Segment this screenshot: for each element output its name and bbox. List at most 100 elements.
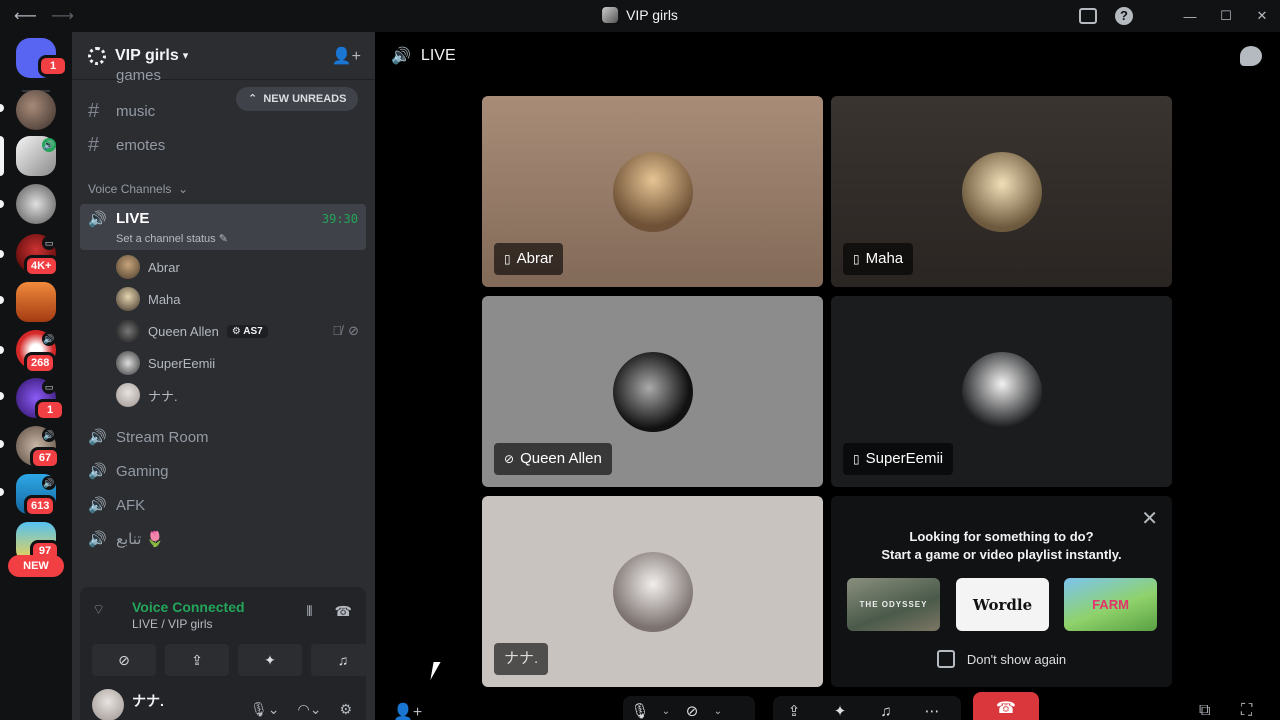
- user-controls: 🎙⌄ ◠⌄ ⚙: [250, 701, 352, 718]
- chevron-down-icon[interactable]: ⌄: [709, 706, 727, 717]
- voice-member[interactable]: Abrar: [116, 253, 180, 281]
- participant-tile-abrar[interactable]: ▯ Abrar: [482, 96, 823, 287]
- more-icon[interactable]: ⋯: [915, 702, 949, 720]
- voice-member[interactable]: SuperEemii: [116, 349, 215, 377]
- invite-to-call-icon[interactable]: 👤+: [393, 702, 422, 720]
- avatar: [612, 551, 693, 632]
- close-icon[interactable]: ✕: [1141, 506, 1158, 531]
- forward-arrow-icon[interactable]: ⟶: [51, 6, 74, 26]
- call-timer: 39:30: [321, 212, 358, 226]
- home-badge: 1: [38, 55, 68, 77]
- voice-actions: ⦀ ☎: [306, 603, 352, 620]
- voice-location[interactable]: LIVE / VIP girls: [132, 617, 212, 631]
- participant-tile-nana[interactable]: ナナ.: [482, 496, 823, 687]
- avatar: [116, 383, 140, 407]
- activity-wordle[interactable]: Wordle: [956, 578, 1049, 631]
- chat-icon[interactable]: [1240, 46, 1262, 66]
- invite-people-icon[interactable]: 👤+: [332, 46, 361, 66]
- activities-icon[interactable]: ✦: [823, 702, 857, 720]
- speaker-icon: 🔊: [42, 332, 56, 346]
- game-label: THE ODYSSEY: [859, 600, 928, 609]
- gear-icon[interactable]: ⚙: [339, 701, 352, 718]
- voice-category[interactable]: Voice Channels ⌄: [88, 182, 188, 196]
- name-label: ⊘ Queen Allen: [494, 443, 612, 475]
- participant-name: ナナ.: [504, 650, 539, 667]
- channel-label: Gaming: [116, 462, 169, 480]
- channel-sidebar: VIP girls ▾ 👤+ # games # music ⌃ NEW UNR…: [72, 32, 375, 720]
- close-window-button[interactable]: ✕: [1244, 8, 1280, 24]
- back-arrow-icon[interactable]: ⟵: [14, 6, 37, 26]
- chevron-down-icon: ▾: [182, 50, 189, 62]
- server-name: VIP girls: [115, 46, 179, 64]
- voice-channel-stream-room[interactable]: 🔊 Stream Room: [80, 421, 366, 453]
- minimize-button[interactable]: —: [1172, 9, 1208, 24]
- voice-member[interactable]: Queen Allen ⚙ AS7: [116, 317, 268, 345]
- noise-suppression-icon[interactable]: ⦀: [306, 603, 312, 620]
- microphone-icon[interactable]: 🎙⌄: [250, 701, 280, 718]
- voice-connected-label[interactable]: Voice Connected: [132, 599, 245, 615]
- dont-show-checkbox[interactable]: [936, 650, 955, 668]
- participant-tile-queen-allen[interactable]: ⊘ Queen Allen: [482, 296, 823, 487]
- new-unreads-pill[interactable]: NEW: [8, 555, 64, 577]
- voice-channel-gaming[interactable]: 🔊 Gaming: [80, 455, 366, 487]
- channel-label: AFK: [116, 496, 146, 514]
- disconnect-icon[interactable]: ☎: [335, 603, 352, 620]
- headphones-icon[interactable]: ◠⌄: [297, 701, 321, 718]
- speaker-icon: 🔊: [88, 497, 107, 514]
- server-badge: 4K+: [24, 255, 59, 277]
- maximize-button[interactable]: ☐: [1208, 8, 1244, 24]
- avatar[interactable]: [92, 689, 124, 720]
- server-icon-5[interactable]: [16, 282, 56, 322]
- unread-pill: [0, 488, 4, 496]
- unread-pill: [0, 200, 4, 208]
- speaker-icon: 🔊: [88, 211, 107, 228]
- soundboard-button[interactable]: ♫: [311, 644, 375, 676]
- unread-pill: [0, 440, 4, 448]
- channel-games[interactable]: # games: [80, 68, 366, 84]
- disconnect-button[interactable]: ☎: [973, 692, 1039, 720]
- name-label: ナナ.: [494, 643, 549, 675]
- activity-farm[interactable]: FARM: [1064, 578, 1157, 631]
- voice-member[interactable]: Maha: [116, 285, 181, 313]
- game-label: FARM: [1092, 597, 1129, 612]
- call-controls: 👤+ 🎙 ⌄ ⊘ ⌄ ⇪ ✦ ♫ ⋯ ☎ ⧉ ⛶: [375, 692, 1280, 720]
- username[interactable]: ナナ.: [132, 691, 164, 711]
- voice-channel-afk[interactable]: 🔊 AFK: [80, 489, 366, 521]
- activity-the-odyssey[interactable]: THE ODYSSEY: [847, 578, 940, 631]
- server-icon-3[interactable]: [16, 184, 56, 224]
- new-unreads-label: NEW UNREADS: [263, 93, 347, 105]
- inbox-icon[interactable]: [1079, 8, 1097, 24]
- unread-pill: [0, 346, 4, 354]
- category-label: Voice Channels: [88, 182, 172, 196]
- voice-channel-live[interactable]: 🔊 LIVE 39:30 Set a channel status ✎: [80, 204, 366, 250]
- pop-out-icon[interactable]: ⧉: [1199, 702, 1210, 720]
- participant-tile-maha[interactable]: ▯ Maha: [831, 96, 1172, 287]
- camera-button[interactable]: ⊘: [92, 644, 156, 676]
- chevron-down-icon[interactable]: ⌄: [657, 706, 675, 717]
- member-name: Queen Allen: [148, 323, 219, 339]
- voice-channel-arabic[interactable]: 🔊 تنابع 🌷: [80, 523, 366, 555]
- activity-subtitle: Start a game or video playlist instantly…: [881, 547, 1122, 562]
- channel-emotes[interactable]: # emotes: [80, 129, 366, 161]
- speaker-icon: 🔊: [88, 463, 107, 480]
- server-rail: 1 🔊 ▭ 4K+ 🔊 268 ▭ 1 🔊 67 🔊 613 97 NEW: [0, 32, 72, 720]
- screen-share-button[interactable]: ⇪: [165, 644, 229, 676]
- dont-show-label: Don't show again: [966, 651, 1067, 667]
- server-icon-1[interactable]: [16, 90, 56, 130]
- camera-off-icon[interactable]: ⊘: [675, 702, 709, 720]
- channel-label: emotes: [116, 136, 166, 154]
- hash-icon: #: [88, 99, 100, 122]
- speaker-icon: 🔊: [391, 48, 411, 65]
- fullscreen-icon[interactable]: ⛶: [1241, 702, 1252, 720]
- participant-tile-supereemii[interactable]: ▯ SuperEemii: [831, 296, 1172, 487]
- microphone-icon[interactable]: 🎙: [623, 702, 657, 720]
- channel-status-link[interactable]: Set a channel status ✎: [116, 232, 228, 245]
- soundboard-icon[interactable]: ♫: [869, 703, 903, 720]
- voice-member[interactable]: ナナ.: [116, 381, 178, 409]
- speaker-icon: 🔊: [88, 531, 107, 548]
- activities-button[interactable]: ✦: [238, 644, 302, 676]
- screen-share-icon[interactable]: ⇪: [777, 702, 811, 720]
- help-icon[interactable]: ?: [1115, 7, 1133, 25]
- new-unreads-button[interactable]: ⌃ NEW UNREADS: [236, 87, 359, 111]
- signal-icon[interactable]: ⌔: [92, 601, 112, 621]
